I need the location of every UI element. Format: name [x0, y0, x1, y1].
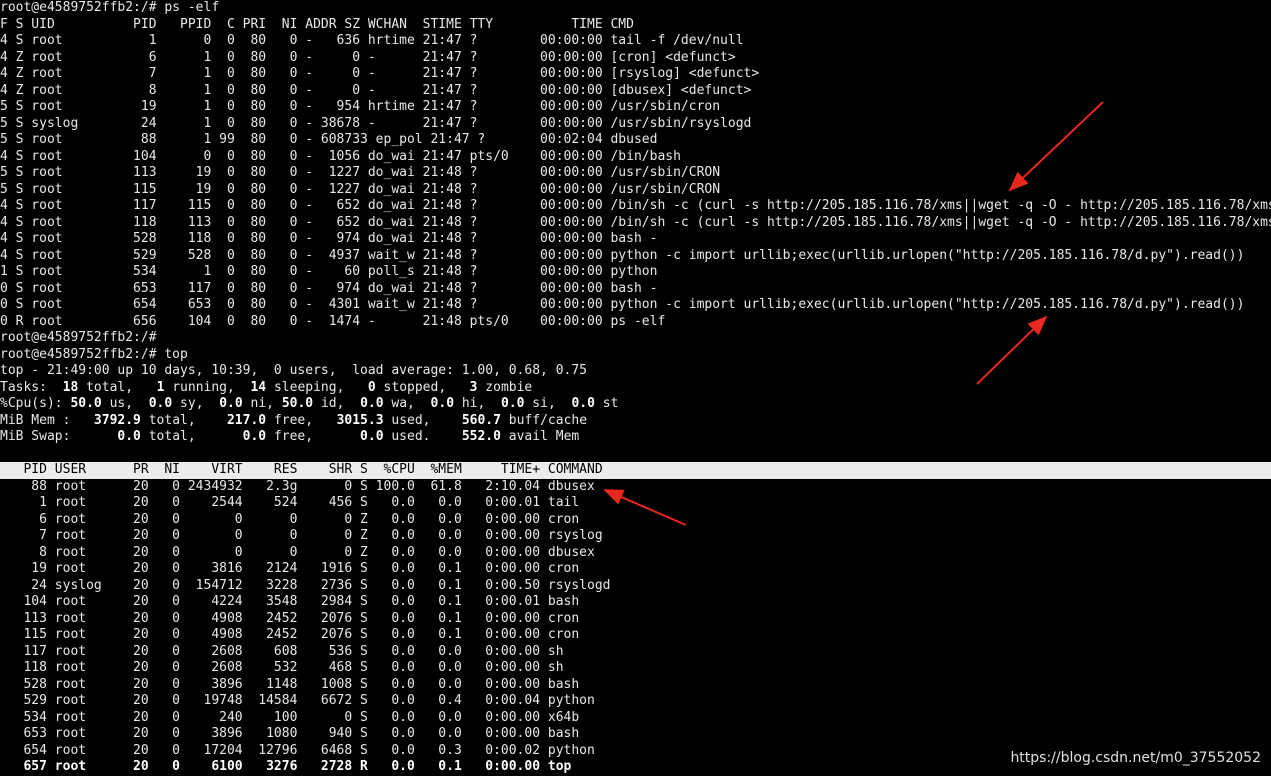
ps-row: 4 S root 529 528 0 80 0 - 4937 wait_w 21… [0, 247, 1245, 263]
ps-row: 5 S root 115 19 0 80 0 - 1227 do_wai 21:… [0, 181, 721, 197]
top-process-row: 6 root 20 0 0 0 0 Z 0.0 0.0 0:00.00 cron [0, 511, 580, 527]
summary-label: total, [140, 412, 227, 428]
summary-value: 3792.9 [86, 412, 141, 428]
top-command-prompt: root@e4589752ffb2:/# top [0, 346, 188, 362]
summary-label: us, [101, 396, 149, 411]
summary-label: stopped, [375, 379, 470, 395]
top-process-row: 534 root 20 0 240 100 0 S 0.0 0.0 0:00.0… [0, 709, 580, 725]
trailing-prompt: root@e4589752ffb2:/# [0, 330, 157, 345]
ps-row: 4 S root 118 113 0 80 0 - 652 do_wai 21:… [0, 214, 1271, 230]
summary-label: used. [383, 429, 462, 444]
summary-label: avail Mem [500, 429, 580, 444]
top-summary-line: Tasks: 18 total, 1 running, 14 sleeping,… [0, 380, 1271, 397]
summary-value: 0.0 [148, 396, 173, 411]
top-column-header: PID USER PR NI VIRT RES SHR S %CPU %MEM … [0, 462, 1271, 479]
summary-value: 50.0 [70, 396, 102, 411]
top-process-row: 7 root 20 0 0 0 0 Z 0.0 0.0 0:00.00 rsys… [0, 528, 603, 543]
summary-label: wa, [383, 396, 431, 411]
summary-label: total, [78, 379, 157, 395]
top-process-row: 104 root 20 0 4224 3548 2984 S 0.0 0.1 0… [0, 594, 580, 609]
summary-value: 0.0 [242, 429, 267, 444]
ps-row: 4 S root 117 115 0 80 0 - 652 do_wai 21:… [0, 198, 1271, 213]
summary-value: 0.0 [86, 429, 141, 444]
summary-value: 0.0 [501, 396, 525, 411]
top-process-row: 528 root 20 0 3896 1148 1008 S 0.0 0.0 0… [0, 676, 580, 692]
summary-value: 0.0 [219, 396, 243, 411]
summary-label: hi, [454, 396, 501, 411]
summary-label: MiB Mem : [0, 412, 87, 428]
summary-label: st [594, 396, 619, 411]
summary-value: 0 [367, 379, 376, 395]
summary-label: ni, [242, 396, 282, 411]
ps-row: 0 S root 654 653 0 80 0 - 4301 wait_w 21… [0, 297, 1245, 312]
ps-row: 4 S root 104 0 0 80 0 - 1056 do_wai 21:4… [0, 148, 681, 164]
summary-value: 552.0 [461, 429, 501, 444]
summary-label: zombie [477, 379, 533, 395]
top-process-row: 117 root 20 0 2608 608 536 S 0.0 0.0 0:0… [0, 643, 564, 659]
summary-value: 217.0 [226, 412, 267, 428]
summary-label: id, [313, 396, 361, 411]
summary-value: 0.0 [430, 396, 455, 411]
ps-row: 4 Z root 6 1 0 80 0 - 0 - 21:47 ? 00:00:… [0, 49, 736, 65]
top-process-row: 1 root 20 0 2544 524 456 S 0.0 0.0 0:00.… [0, 495, 580, 510]
summary-label: top - 21:49:00 up 10 days, 10:39, 0 user… [0, 363, 587, 378]
ps-row: 4 Z root 7 1 0 80 0 - 0 - 21:47 ? 00:00:… [0, 66, 760, 81]
summary-label: si, [524, 396, 572, 411]
summary-label: Tasks: [0, 379, 55, 395]
summary-label: sleeping, [266, 379, 368, 395]
top-process-row: 8 root 20 0 0 0 0 Z 0.0 0.0 0:00.00 dbus… [0, 544, 595, 560]
ps-row: 1 S root 534 1 0 80 0 - 60 poll_s 21:48 … [0, 264, 658, 279]
ps-row: 4 Z root 8 1 0 80 0 - 0 - 21:47 ? 00:00:… [0, 82, 752, 98]
watermark-text: https://blog.csdn.net/m0_37552052 [1010, 750, 1261, 766]
summary-value: 18 [54, 379, 79, 395]
summary-value: 0.0 [360, 396, 384, 411]
summary-value: 3015.3 [336, 412, 384, 428]
ps-command-prompt: root@e4589752ffb2:/# ps -elf [0, 0, 220, 15]
summary-value: 50.0 [281, 396, 314, 411]
ps-row: 0 R root 656 104 0 80 0 - 1474 - 21:48 p… [0, 313, 666, 329]
summary-label: buff/cache [500, 412, 588, 428]
ps-row: 5 S syslog 24 1 0 80 0 - 38678 - 21:47 ?… [0, 115, 752, 131]
summary-value: 560.7 [461, 412, 501, 428]
top-summary-line: %Cpu(s): 50.0 us, 0.0 sy, 0.0 ni, 50.0 i… [0, 396, 1271, 413]
top-process-row: 653 root 20 0 3896 1080 940 S 0.0 0.0 0:… [0, 726, 580, 741]
summary-value: 0.0 [360, 429, 384, 444]
summary-label: free, [266, 429, 361, 444]
summary-label: sy, [172, 396, 220, 411]
summary-label: used, [383, 412, 462, 428]
top-summary-line: MiB Swap: 0.0 total, 0.0 free, 0.0 used.… [0, 429, 1271, 446]
summary-label: free, [266, 412, 337, 428]
top-process-row: 118 root 20 0 2608 532 468 S 0.0 0.0 0:0… [0, 660, 564, 675]
ps-row: 0 S root 653 117 0 80 0 - 974 do_wai 21:… [0, 280, 658, 296]
top-summary-line: MiB Mem : 3792.9 total, 217.0 free, 3015… [0, 413, 1271, 430]
top-process-row: 19 root 20 0 3816 2124 1916 S 0.0 0.1 0:… [0, 561, 580, 576]
top-process-row: 24 syslog 20 0 154712 3228 2736 S 0.0 0.… [0, 577, 611, 593]
ps-row: 5 S root 113 19 0 80 0 - 1227 do_wai 21:… [0, 165, 721, 180]
top-summary-line: top - 21:49:00 up 10 days, 10:39, 0 user… [0, 363, 1271, 380]
ps-row: 4 S root 528 118 0 80 0 - 974 do_wai 21:… [0, 231, 658, 246]
summary-label: running, [164, 379, 251, 395]
top-process-row: 88 root 20 0 2434932 2.3g 0 S 100.0 61.8… [0, 478, 595, 494]
ps-header: F S UID PID PPID C PRI NI ADDR SZ WCHAN … [0, 16, 634, 32]
ps-row: 5 S root 19 1 0 80 0 - 954 hrtime 21:47 … [0, 99, 721, 114]
top-process-row: 113 root 20 0 4908 2452 2076 S 0.0 0.1 0… [0, 610, 580, 626]
ps-row: 4 S root 1 0 0 80 0 - 636 hrtime 21:47 ?… [0, 33, 744, 48]
top-process-row: 115 root 20 0 4908 2452 2076 S 0.0 0.1 0… [0, 627, 580, 642]
summary-label: %Cpu(s): [0, 396, 71, 411]
summary-value: 14 [250, 379, 267, 395]
summary-value: 0.0 [571, 396, 595, 411]
summary-label: total, [140, 429, 243, 444]
top-process-row: 529 root 20 0 19748 14584 6672 S 0.0 0.4… [0, 693, 595, 708]
ps-row: 5 S root 88 1 99 80 0 - 608733 ep_pol 21… [0, 132, 658, 147]
summary-label: MiB Swap: [0, 429, 87, 444]
